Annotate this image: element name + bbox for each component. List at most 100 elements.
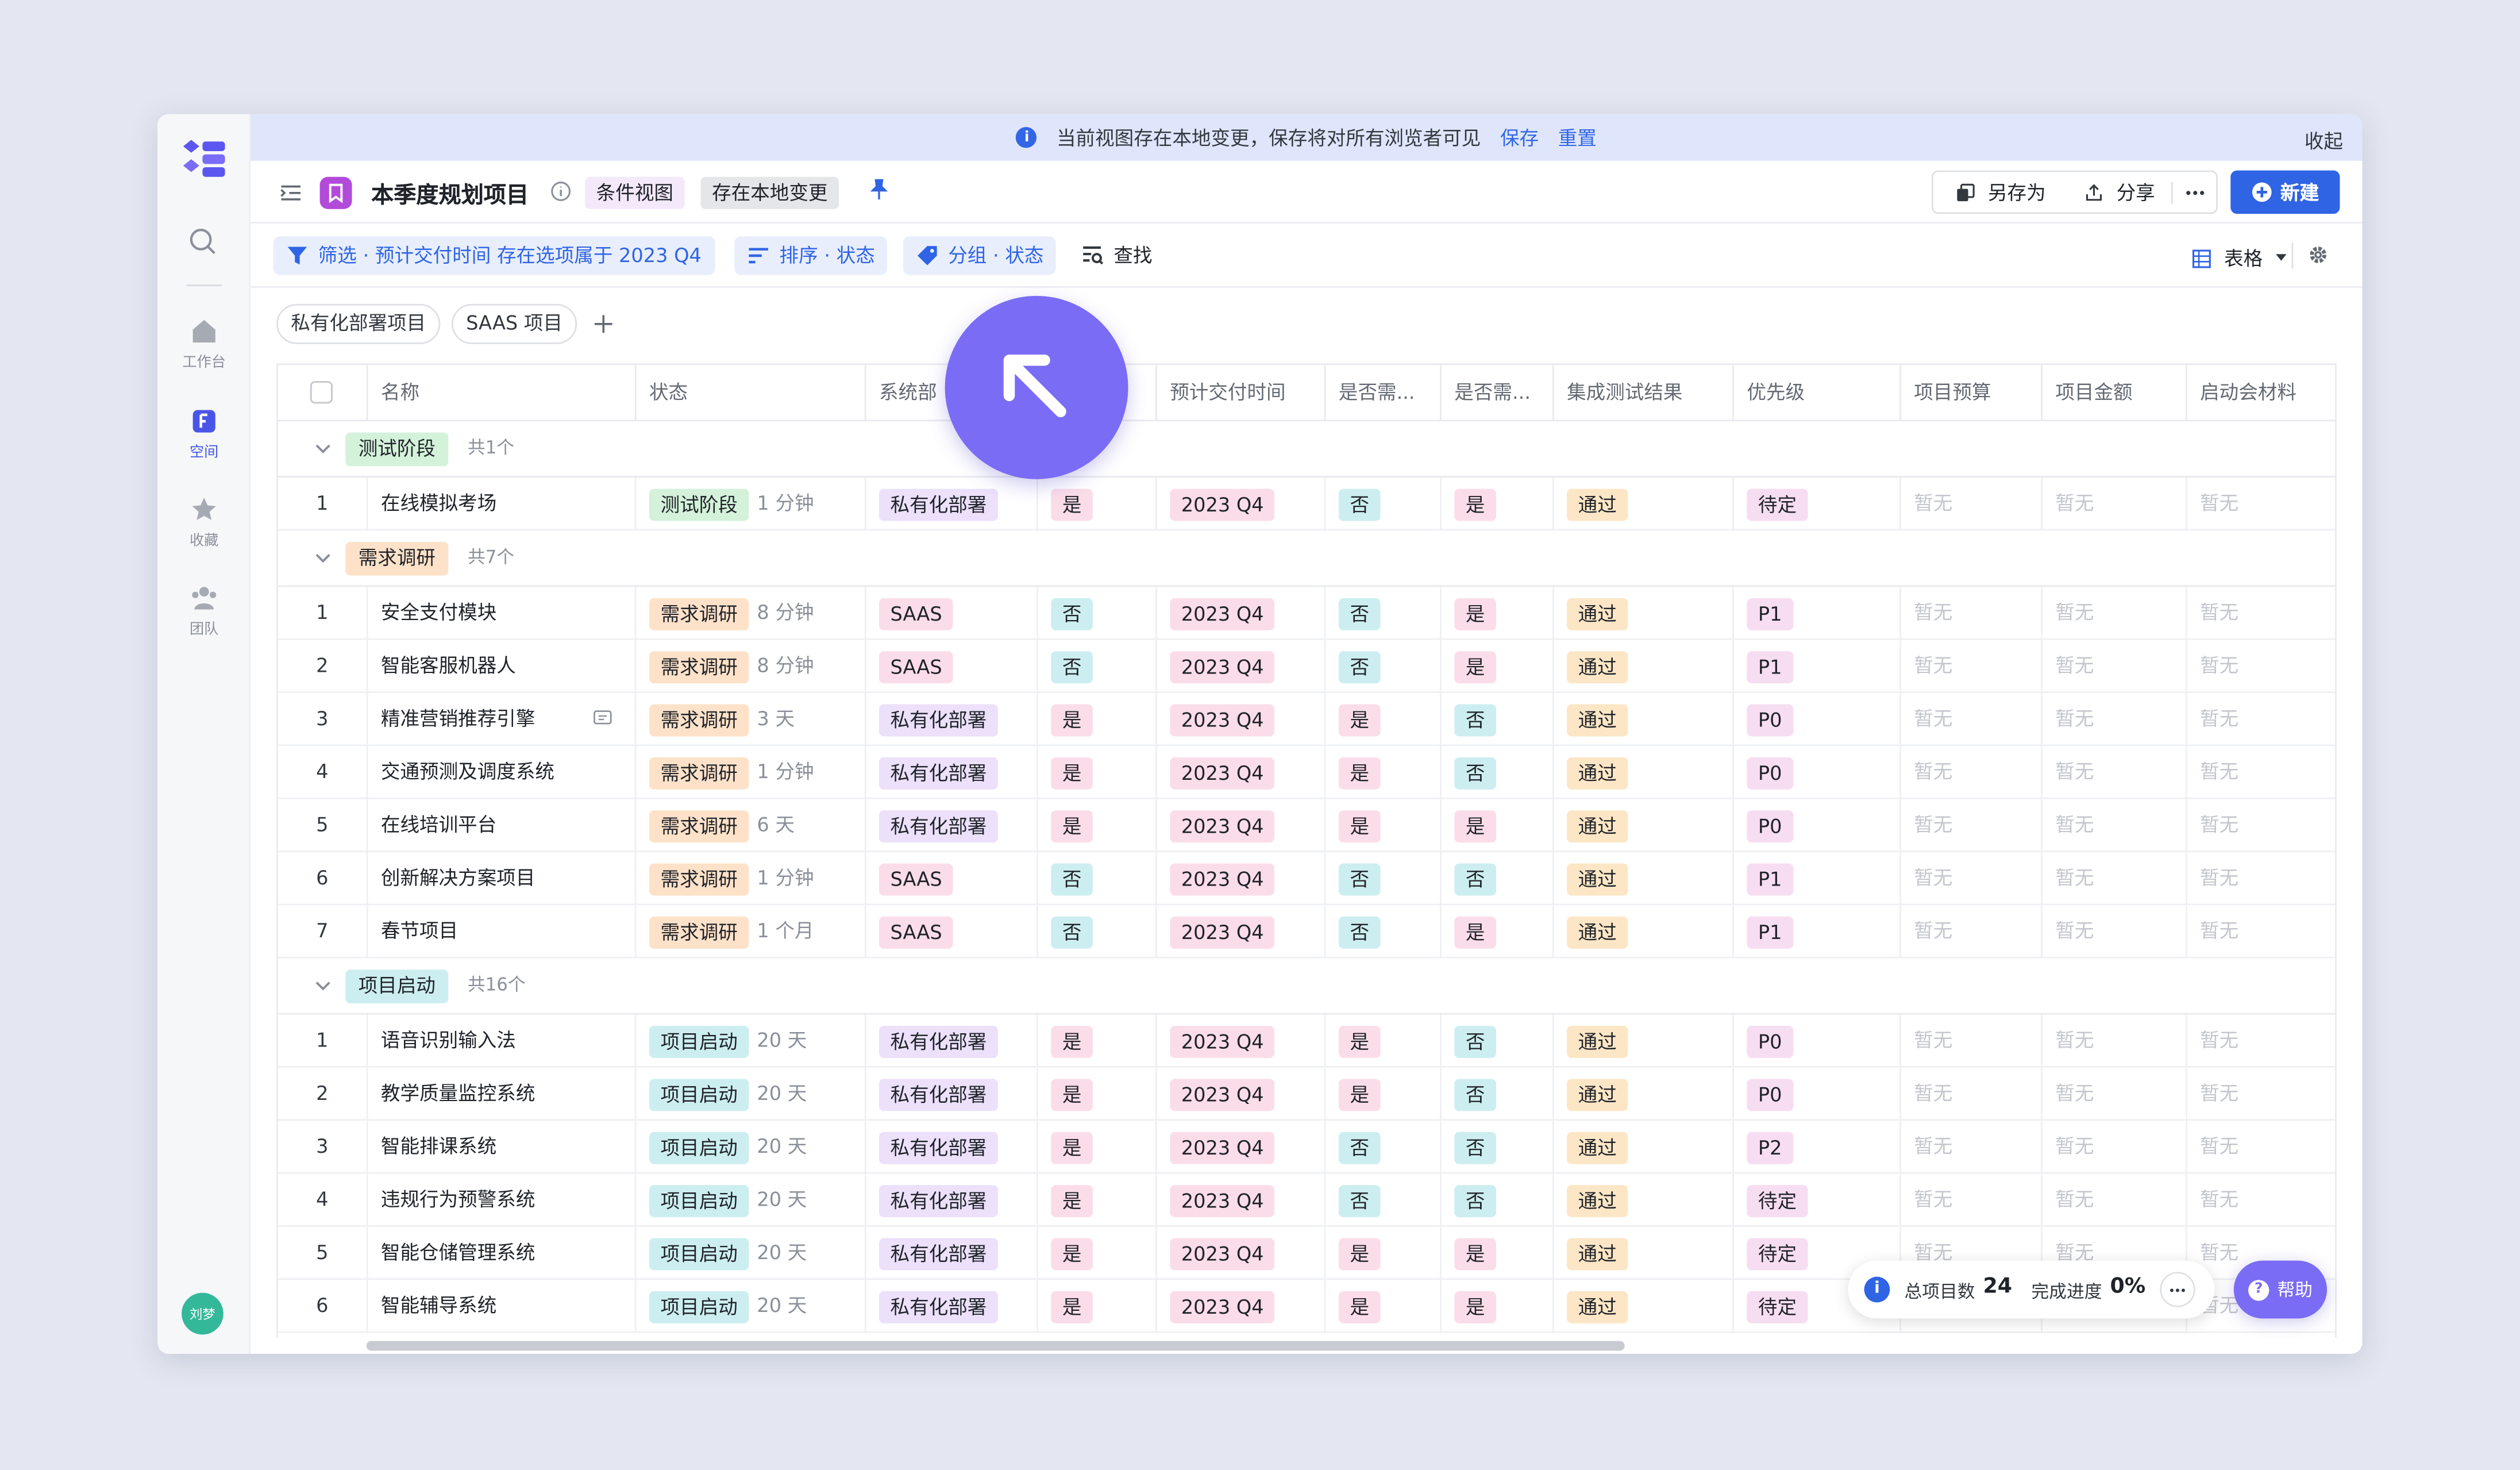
- sort-button[interactable]: 排序 · 状态: [734, 236, 888, 275]
- table-row[interactable]: 2 智能客服机器人 需求调研 8 分钟 SAAS 否 2023 Q4 否 是 通过 P1 暂无 暂无 暂无: [278, 640, 2336, 693]
- empty-cell[interactable]: 暂无: [2187, 587, 2335, 640]
- horizontal-scrollbar[interactable]: [366, 1341, 1625, 1351]
- empty-cell[interactable]: 暂无: [2043, 746, 2187, 799]
- flag-cell[interactable]: 否: [1442, 1173, 1554, 1227]
- flag-cell[interactable]: 是: [1038, 1173, 1157, 1227]
- due-cell[interactable]: 2023 Q4: [1157, 1014, 1326, 1068]
- save-as-button[interactable]: 另存为: [1946, 171, 2055, 214]
- test-cell[interactable]: 通过: [1554, 1121, 1734, 1174]
- due-cell[interactable]: 2023 Q4: [1157, 852, 1326, 906]
- name-cell[interactable]: 智能客服机器人: [368, 640, 637, 693]
- nav-item-favorites[interactable]: 收藏: [157, 495, 251, 550]
- dept-cell[interactable]: 私有化部署: [866, 478, 1038, 531]
- name-cell[interactable]: 春节项目: [368, 905, 637, 959]
- column-header[interactable]: 状态: [637, 365, 866, 422]
- dept-cell[interactable]: SAAS: [866, 852, 1038, 906]
- flag-cell[interactable]: 是: [1442, 905, 1554, 959]
- status-cell[interactable]: 需求调研 8 分钟: [637, 587, 866, 640]
- flag-cell[interactable]: 是: [1038, 1121, 1157, 1174]
- empty-cell[interactable]: 暂无: [2187, 1121, 2335, 1173]
- share-button[interactable]: 分享: [2073, 171, 2166, 214]
- test-cell[interactable]: 通过: [1554, 1014, 1734, 1068]
- test-cell[interactable]: 通过: [1554, 1280, 1734, 1333]
- due-cell[interactable]: 2023 Q4: [1157, 905, 1326, 959]
- empty-cell[interactable]: 暂无: [2187, 905, 2335, 958]
- table-row[interactable]: 3 智能排课系统 项目启动 20 天 私有化部署 是 2023 Q4 否 否 通过 P2 暂无 暂无 暂无: [278, 1121, 2336, 1174]
- row-index[interactable]: 2: [278, 640, 368, 693]
- chip-saas[interactable]: SAAS 项目: [451, 303, 577, 344]
- dept-cell[interactable]: 私有化部署: [866, 1280, 1038, 1333]
- priority-cell[interactable]: 待定: [1734, 478, 1901, 531]
- row-index[interactable]: 1: [278, 587, 368, 640]
- flag-cell[interactable]: 是: [1326, 692, 1442, 746]
- status-cell[interactable]: 测试阶段 1 分钟: [637, 478, 866, 531]
- row-index[interactable]: 1: [278, 478, 368, 531]
- status-cell[interactable]: 需求调研 1 个月: [637, 905, 866, 959]
- chevron-down-icon[interactable]: [313, 550, 333, 566]
- info-outline-icon[interactable]: [550, 180, 572, 202]
- empty-cell[interactable]: 暂无: [1901, 1173, 2043, 1227]
- flag-cell[interactable]: 否: [1326, 852, 1442, 906]
- add-chip-icon[interactable]: [593, 314, 614, 334]
- row-index[interactable]: 4: [278, 746, 368, 799]
- table-row[interactable]: 2 教学质量监控系统 项目启动 20 天 私有化部署 是 2023 Q4 是 否 通过 P0 暂无 暂无…: [278, 1067, 2336, 1121]
- flag-cell[interactable]: 否: [1442, 1014, 1554, 1068]
- test-cell[interactable]: 通过: [1554, 1173, 1734, 1227]
- pin-icon[interactable]: [868, 179, 890, 201]
- empty-cell[interactable]: 暂无: [2043, 1014, 2187, 1068]
- priority-cell[interactable]: P1: [1734, 852, 1901, 906]
- empty-cell[interactable]: 暂无: [2187, 1068, 2335, 1121]
- dept-cell[interactable]: SAAS: [866, 640, 1038, 693]
- filter-button[interactable]: 筛选 · 预计交付时间 存在选项属于 2023 Q4: [273, 236, 715, 275]
- empty-cell[interactable]: 暂无: [2043, 692, 2187, 746]
- table-row[interactable]: 5 在线培训平台 需求调研 6 天 私有化部署 是 2023 Q4 是 是 通过 P0 暂无 暂无 暂无: [278, 799, 2336, 852]
- due-cell[interactable]: 2023 Q4: [1157, 799, 1326, 852]
- name-cell[interactable]: 在线培训平台: [368, 799, 637, 852]
- status-cell[interactable]: 需求调研 8 分钟: [637, 640, 866, 693]
- due-cell[interactable]: 2023 Q4: [1157, 1121, 1326, 1174]
- empty-cell[interactable]: 暂无: [2187, 852, 2335, 905]
- test-cell[interactable]: 通过: [1554, 587, 1734, 640]
- dept-cell[interactable]: 私有化部署: [866, 799, 1038, 852]
- column-header[interactable]: 名称: [368, 365, 637, 422]
- row-index[interactable]: 4: [278, 1173, 368, 1227]
- empty-cell[interactable]: 暂无: [2043, 587, 2187, 640]
- nav-item-team[interactable]: 团队: [157, 584, 251, 638]
- empty-cell[interactable]: 暂无: [2043, 852, 2187, 906]
- flag-cell[interactable]: 是: [1442, 587, 1554, 640]
- empty-cell[interactable]: 暂无: [2187, 746, 2335, 799]
- flag-cell[interactable]: 是: [1442, 1280, 1554, 1333]
- status-cell[interactable]: 项目启动 20 天: [637, 1173, 866, 1227]
- empty-cell[interactable]: 暂无: [2187, 693, 2335, 746]
- row-index[interactable]: 6: [278, 852, 368, 906]
- flag-cell[interactable]: 是: [1038, 478, 1157, 531]
- flag-cell[interactable]: 否: [1326, 587, 1442, 640]
- name-cell[interactable]: 违规行为预警系统: [368, 1173, 637, 1227]
- test-cell[interactable]: 通过: [1554, 692, 1734, 746]
- name-cell[interactable]: 精准营销推荐引擎: [368, 692, 637, 746]
- column-header[interactable]: 集成测试结果: [1554, 365, 1734, 422]
- table-row[interactable]: 4 违规行为预警系统 项目启动 20 天 私有化部署 是 2023 Q4 否 否 通过 待定 暂无 暂无…: [278, 1173, 2336, 1227]
- flag-cell[interactable]: 否: [1442, 852, 1554, 906]
- test-cell[interactable]: 通过: [1554, 905, 1734, 959]
- reset-link[interactable]: 重置: [1558, 124, 1597, 151]
- empty-cell[interactable]: 暂无: [2043, 905, 2187, 959]
- dept-cell[interactable]: 私有化部署: [866, 1014, 1038, 1068]
- table-row[interactable]: 1 在线模拟考场 测试阶段 1 分钟 私有化部署 是 2023 Q4 否 是 通过 待定 暂无 暂无 暂无: [278, 478, 2336, 531]
- empty-cell[interactable]: 暂无: [2043, 478, 2187, 531]
- status-cell[interactable]: 项目启动 20 天: [637, 1226, 866, 1280]
- name-cell[interactable]: 语音识别输入法: [368, 1014, 637, 1068]
- name-cell[interactable]: 在线模拟考场: [368, 478, 637, 531]
- flag-cell[interactable]: 否: [1442, 1067, 1554, 1121]
- flag-cell[interactable]: 否: [1038, 852, 1157, 906]
- test-cell[interactable]: 通过: [1554, 1226, 1734, 1280]
- due-cell[interactable]: 2023 Q4: [1157, 478, 1326, 531]
- dept-cell[interactable]: 私有化部署: [866, 1121, 1038, 1174]
- empty-cell[interactable]: 暂无: [1901, 905, 2043, 959]
- flag-cell[interactable]: 是: [1326, 1226, 1442, 1280]
- due-cell[interactable]: 2023 Q4: [1157, 1173, 1326, 1227]
- save-link[interactable]: 保存: [1500, 124, 1539, 151]
- empty-cell[interactable]: 暂无: [1901, 852, 2043, 906]
- find-button[interactable]: 查找: [1069, 236, 1165, 275]
- empty-cell[interactable]: 暂无: [2187, 1174, 2335, 1227]
